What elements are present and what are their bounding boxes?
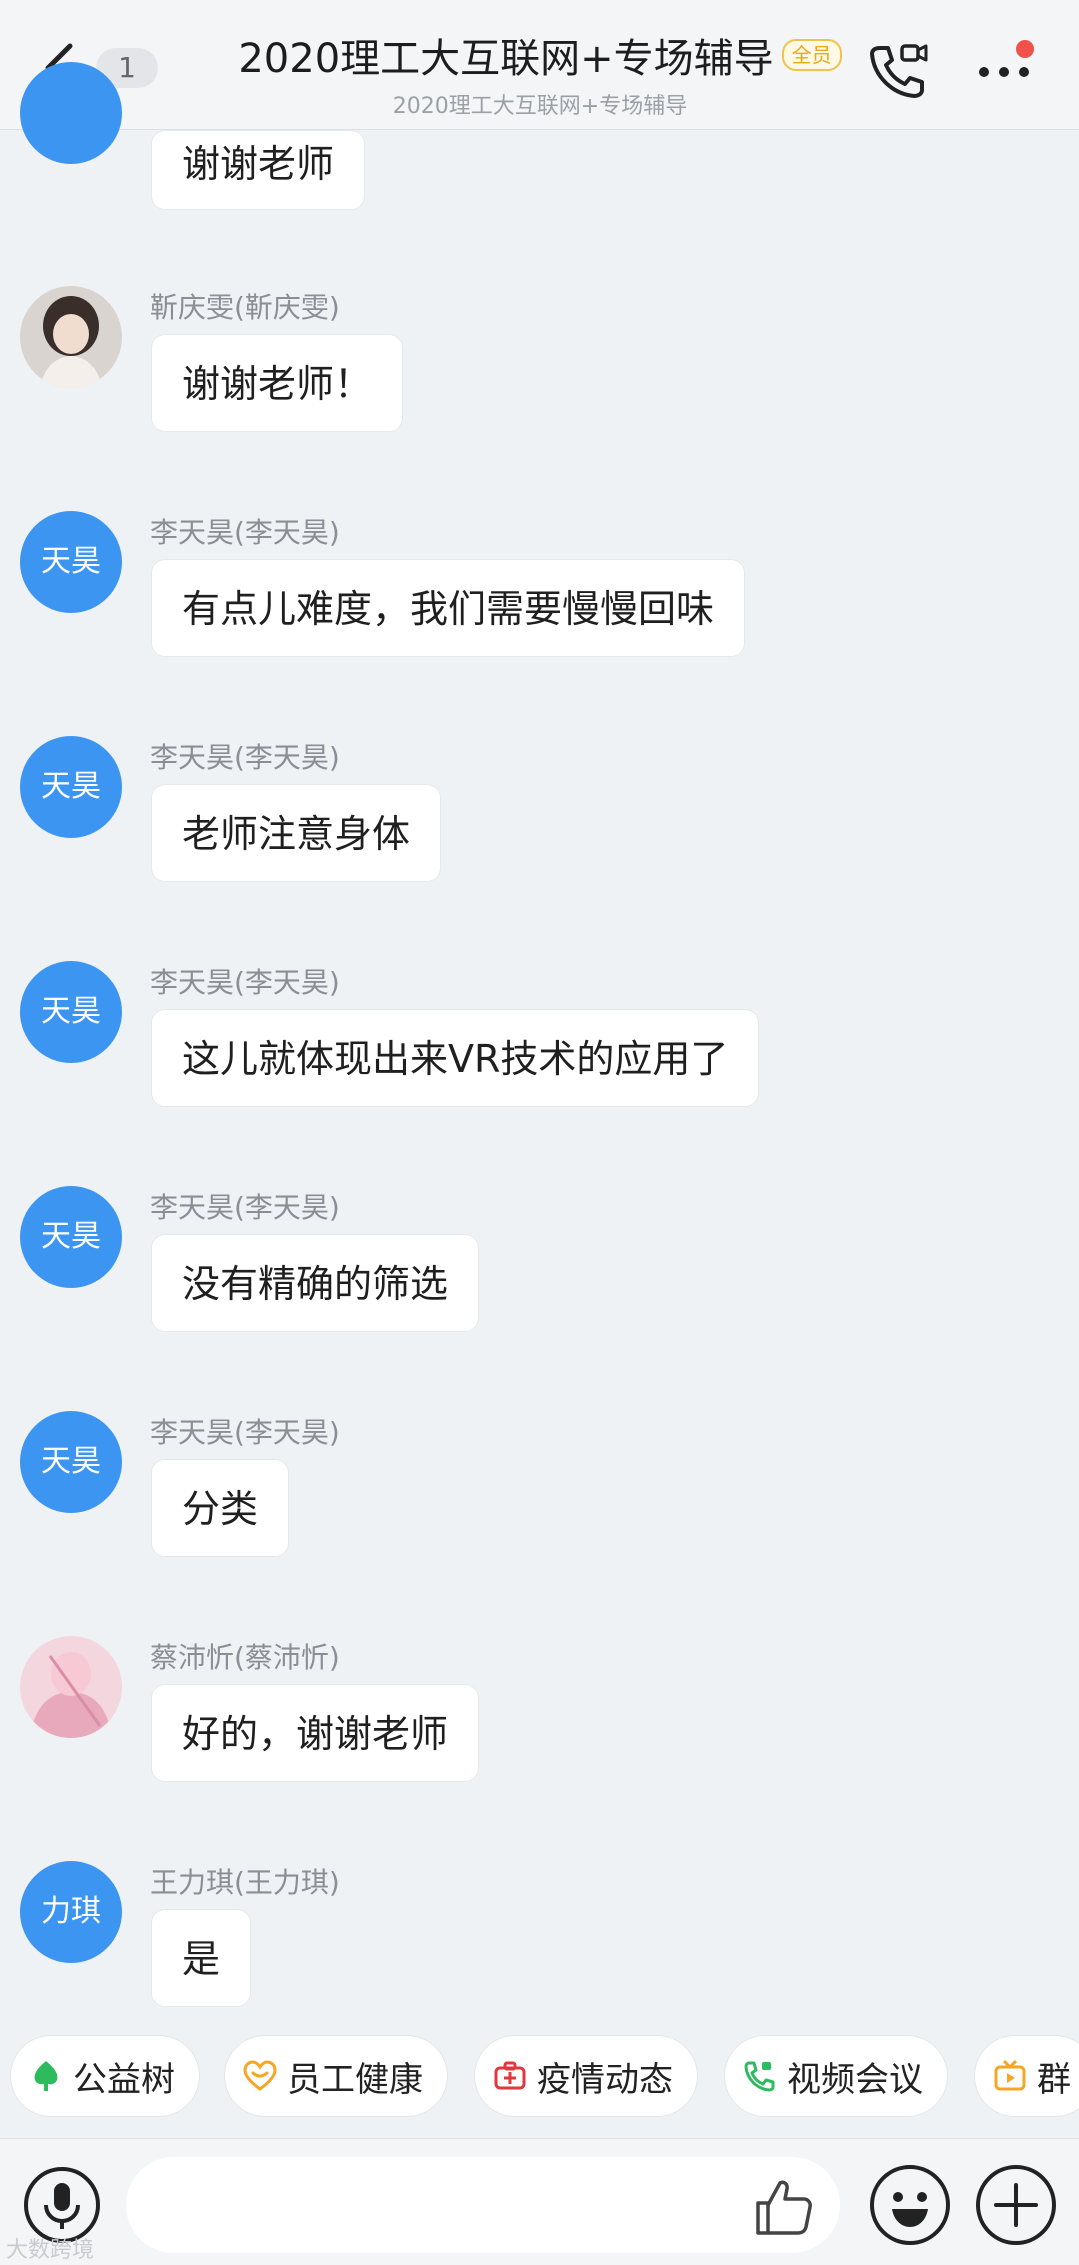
avatar[interactable]: 天昊 [20, 511, 122, 613]
quick-app-employee-health[interactable]: 员工健康 [224, 2035, 448, 2117]
message-bubble[interactable]: 没有精确的筛选 [151, 1234, 480, 1332]
message-input[interactable] [126, 2157, 840, 2253]
watermark: 大数跨境 [6, 2238, 95, 2263]
message-bubble[interactable]: 老师注意身体 [151, 784, 442, 882]
quick-app-epidemic-updates[interactable]: 疫情动态 [474, 2035, 698, 2117]
medkit-icon [494, 2061, 526, 2090]
avatar[interactable]: 天昊 [20, 1186, 122, 1288]
sender-name: 蔡沛忻(蔡沛忻) [150, 1641, 340, 1674]
quick-app-label: 视频会议 [787, 2059, 923, 2100]
sender-name: 靳庆雯(靳庆雯) [150, 291, 340, 324]
avatar[interactable] [20, 62, 122, 164]
emoji-icon[interactable] [868, 2163, 952, 2247]
quick-apps-bar: 公益树 员工健康 疫情动态 视频会议 群 [0, 2035, 1079, 2125]
message-bubble[interactable]: 是 [151, 1909, 252, 2007]
quick-app-video-meeting[interactable]: 视频会议 [724, 2035, 948, 2117]
all-members-badge: 全员 [781, 39, 842, 71]
sender-name: 李天昊(李天昊) [150, 1191, 340, 1224]
phone-video-icon[interactable] [866, 38, 930, 102]
sender-name: 李天昊(李天昊) [150, 741, 340, 774]
notification-dot [1016, 40, 1034, 58]
avatar[interactable] [20, 286, 122, 388]
quick-app-label: 群 [1037, 2059, 1071, 2100]
avatar[interactable]: 天昊 [20, 961, 122, 1063]
quick-app-label: 公益树 [73, 2059, 175, 2100]
quick-app-label: 疫情动态 [537, 2059, 673, 2100]
chat-header: 1 2020理工大互联网+专场辅导 全员 2020理工大互联网+专场辅导 [0, 0, 1079, 130]
sender-name: 李天昊(李天昊) [150, 516, 340, 549]
message-bubble[interactable]: 有点儿难度，我们需要慢慢回味 [151, 559, 746, 657]
tree-icon [34, 2061, 58, 2091]
heart-icon [243, 2060, 277, 2091]
avatar[interactable] [20, 1636, 122, 1738]
plus-icon[interactable] [974, 2163, 1058, 2247]
chat-subtitle: 2020理工大互联网+专场辅导 [392, 94, 688, 119]
chat-title: 2020理工大互联网+专场辅导 [238, 36, 774, 82]
sender-name: 王力琪(王力琪) [150, 1866, 340, 1899]
message-bubble[interactable]: 这儿就体现出来VR技术的应用了 [151, 1009, 760, 1107]
thumbs-up-icon[interactable] [752, 2175, 816, 2239]
message-bubble[interactable]: 分类 [151, 1459, 290, 1557]
quick-app-label: 员工健康 [287, 2059, 423, 2100]
quick-app-group[interactable]: 群 [974, 2035, 1079, 2117]
video-call-icon [744, 2061, 775, 2092]
avatar[interactable]: 天昊 [20, 1411, 122, 1513]
message-bubble[interactable]: 谢谢老师 [151, 130, 366, 210]
message-bubble[interactable]: 谢谢老师！ [151, 334, 404, 432]
sender-name: 李天昊(李天昊) [150, 966, 340, 999]
quick-app-public-welfare-tree[interactable]: 公益树 [10, 2035, 200, 2117]
avatar[interactable]: 天昊 [20, 736, 122, 838]
tv-icon [994, 2059, 1026, 2091]
message-bubble[interactable]: 好的，谢谢老师 [151, 1684, 480, 1782]
avatar[interactable]: 力琪 [20, 1861, 122, 1963]
sender-name: 李天昊(李天昊) [150, 1416, 340, 1449]
chat-title-area[interactable]: 2020理工大互联网+专场辅导 全员 2020理工大互联网+专场辅导 [200, 26, 880, 120]
input-bar [0, 2138, 1079, 2265]
